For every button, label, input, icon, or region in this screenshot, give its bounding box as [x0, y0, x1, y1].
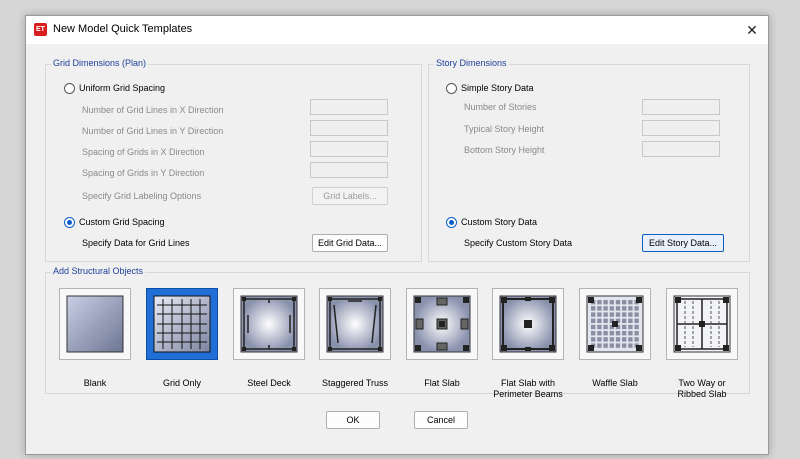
bottom-story-height-field[interactable] [642, 141, 720, 157]
blank-template-icon [66, 295, 124, 353]
tile-name-blank: Blank [83, 378, 107, 388]
spacing-x-field[interactable] [310, 141, 388, 157]
grid-dimensions-title: Grid Dimensions (Plan) [51, 58, 149, 68]
simple-story-label[interactable]: Simple Story Data [461, 83, 534, 93]
template-two-way-ribbed-tile[interactable] [666, 288, 738, 360]
custom-story-radio[interactable] [446, 217, 457, 228]
template-blank-tile[interactable] [59, 288, 131, 360]
template-staggered-truss-tile[interactable] [319, 288, 391, 360]
flat-slab-perimeter-template-icon [499, 295, 557, 353]
grid-spec-label: Specify Data for Grid Lines [82, 238, 190, 248]
waffle-slab-template-icon [586, 295, 644, 353]
close-icon[interactable]: ✕ [742, 20, 762, 40]
tile-name-two-way-ribbed: Two Way or Ribbed Slab [677, 378, 727, 399]
grid-lines-y-field[interactable] [310, 120, 388, 136]
story-dimensions-group [428, 64, 750, 262]
dialog-window: ET New Model Quick Templates ✕ Grid Dime… [25, 15, 769, 455]
custom-story-label[interactable]: Custom Story Data [461, 217, 537, 227]
ok-button[interactable]: OK [326, 411, 380, 429]
template-grid-only-tile[interactable] [146, 288, 218, 360]
cancel-button[interactable]: Cancel [414, 411, 468, 429]
spacing-y-field[interactable] [310, 162, 388, 178]
edit-grid-data-button[interactable]: Edit Grid Data... [312, 234, 388, 252]
tile-name-steel-deck: Steel Deck [247, 378, 291, 388]
grid-labeling-label: Specify Grid Labeling Options [82, 191, 202, 201]
title-bar: ET New Model Quick Templates ✕ [26, 16, 768, 44]
tile-name-flat-slab-perimeter: Flat Slab with Perimeter Beams [493, 378, 563, 399]
uniform-grid-label[interactable]: Uniform Grid Spacing [79, 83, 165, 93]
custom-grid-radio[interactable] [64, 217, 75, 228]
structural-objects-title: Add Structural Objects [51, 266, 146, 276]
tile-name-waffle-slab: Waffle Slab [592, 378, 638, 388]
custom-grid-label[interactable]: Custom Grid Spacing [79, 217, 165, 227]
grid-lines-x-field[interactable] [310, 99, 388, 115]
simple-story-radio[interactable] [446, 83, 457, 94]
bottom-story-height-label: Bottom Story Height [464, 145, 545, 155]
template-waffle-slab-tile[interactable] [579, 288, 651, 360]
flat-slab-template-icon [413, 295, 471, 353]
number-of-stories-field[interactable] [642, 99, 720, 115]
template-flat-slab-tile[interactable] [406, 288, 478, 360]
story-dimensions-title: Story Dimensions [434, 58, 509, 68]
grid-lines-x-label: Number of Grid Lines in X Direction [82, 105, 224, 115]
tile-name-grid-only: Grid Only [162, 378, 201, 388]
grid-labels-button[interactable]: Grid Labels... [312, 187, 388, 205]
number-of-stories-label: Number of Stories [464, 102, 537, 112]
window-title: New Model Quick Templates [53, 23, 193, 35]
two-way-ribbed-template-icon [673, 295, 731, 353]
tile-name-flat-slab: Flat Slab [424, 378, 460, 388]
typical-story-height-field[interactable] [642, 120, 720, 136]
steel-deck-template-icon [240, 295, 298, 353]
uniform-grid-radio[interactable] [64, 83, 75, 94]
edit-story-data-button[interactable]: Edit Story Data... [642, 234, 724, 252]
tile-name-staggered-truss: Staggered Truss [321, 378, 389, 388]
spacing-x-label: Spacing of Grids in X Direction [82, 147, 205, 157]
etabs-app-icon: ET [34, 23, 47, 36]
typical-story-height-label: Typical Story Height [464, 124, 545, 134]
spacing-y-label: Spacing of Grids in Y Direction [82, 168, 205, 178]
template-steel-deck-tile[interactable] [233, 288, 305, 360]
grid-only-template-icon [153, 295, 211, 353]
grid-lines-y-label: Number of Grid Lines in Y Direction [82, 126, 224, 136]
story-spec-label: Specify Custom Story Data [464, 238, 573, 248]
template-flat-slab-perimeter-tile[interactable] [492, 288, 564, 360]
staggered-truss-template-icon [326, 295, 384, 353]
